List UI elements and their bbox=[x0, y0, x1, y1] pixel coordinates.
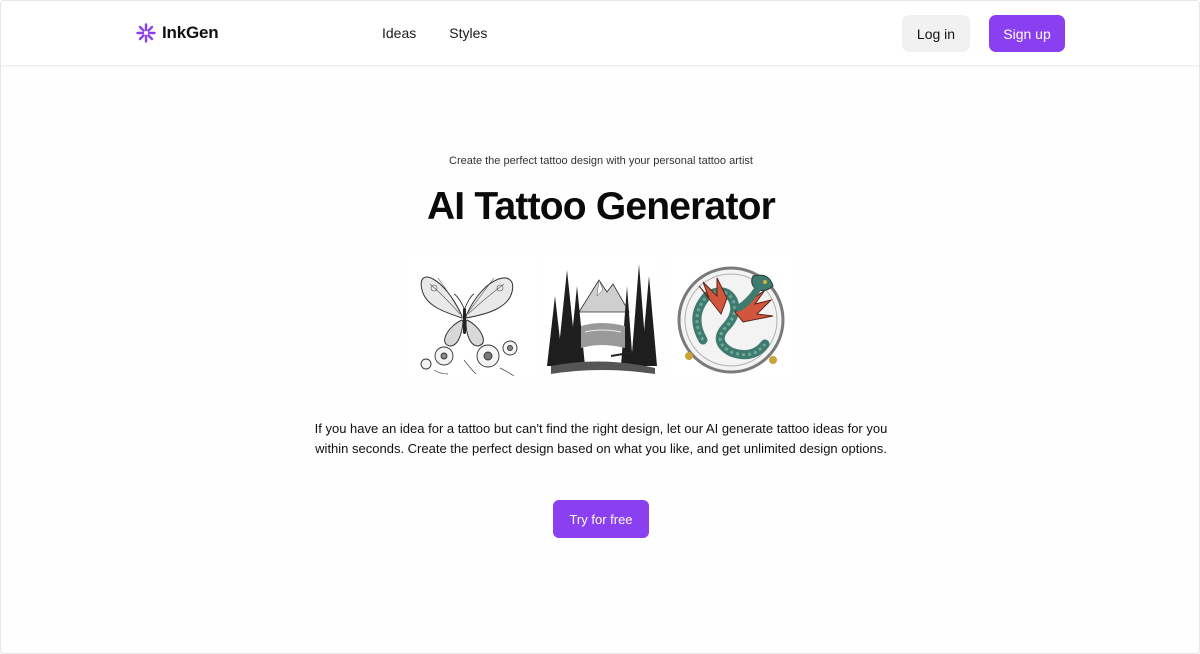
forest-mountain-tattoo-image bbox=[541, 256, 661, 382]
login-button[interactable]: Log in bbox=[902, 15, 970, 52]
page-title: AI Tattoo Generator bbox=[426, 185, 776, 228]
nav-item-styles[interactable]: Styles bbox=[449, 25, 487, 41]
signup-button[interactable]: Sign up bbox=[989, 15, 1065, 52]
top-navbar: InkGen Ideas Styles Log in Sign up bbox=[1, 1, 1199, 66]
hero-description: If you have an idea for a tattoo but can… bbox=[314, 421, 888, 456]
dragon-circle-tattoo-image bbox=[669, 256, 793, 382]
sparkle-logo-icon bbox=[136, 23, 156, 43]
nav-item-ideas[interactable]: Ideas bbox=[382, 25, 416, 41]
tattoo-gallery bbox=[401, 256, 801, 382]
brand-logo[interactable]: InkGen bbox=[136, 21, 219, 45]
butterfly-flowers-tattoo-image bbox=[404, 256, 536, 382]
main-nav: Ideas Styles bbox=[382, 25, 487, 41]
brand-name: InkGen bbox=[162, 23, 219, 42]
try-for-free-button[interactable]: Try for free bbox=[553, 500, 649, 538]
page: InkGen Ideas Styles Log in Sign up Creat… bbox=[0, 0, 1200, 654]
hero-tagline: Create the perfect tattoo design with yo… bbox=[449, 155, 753, 167]
